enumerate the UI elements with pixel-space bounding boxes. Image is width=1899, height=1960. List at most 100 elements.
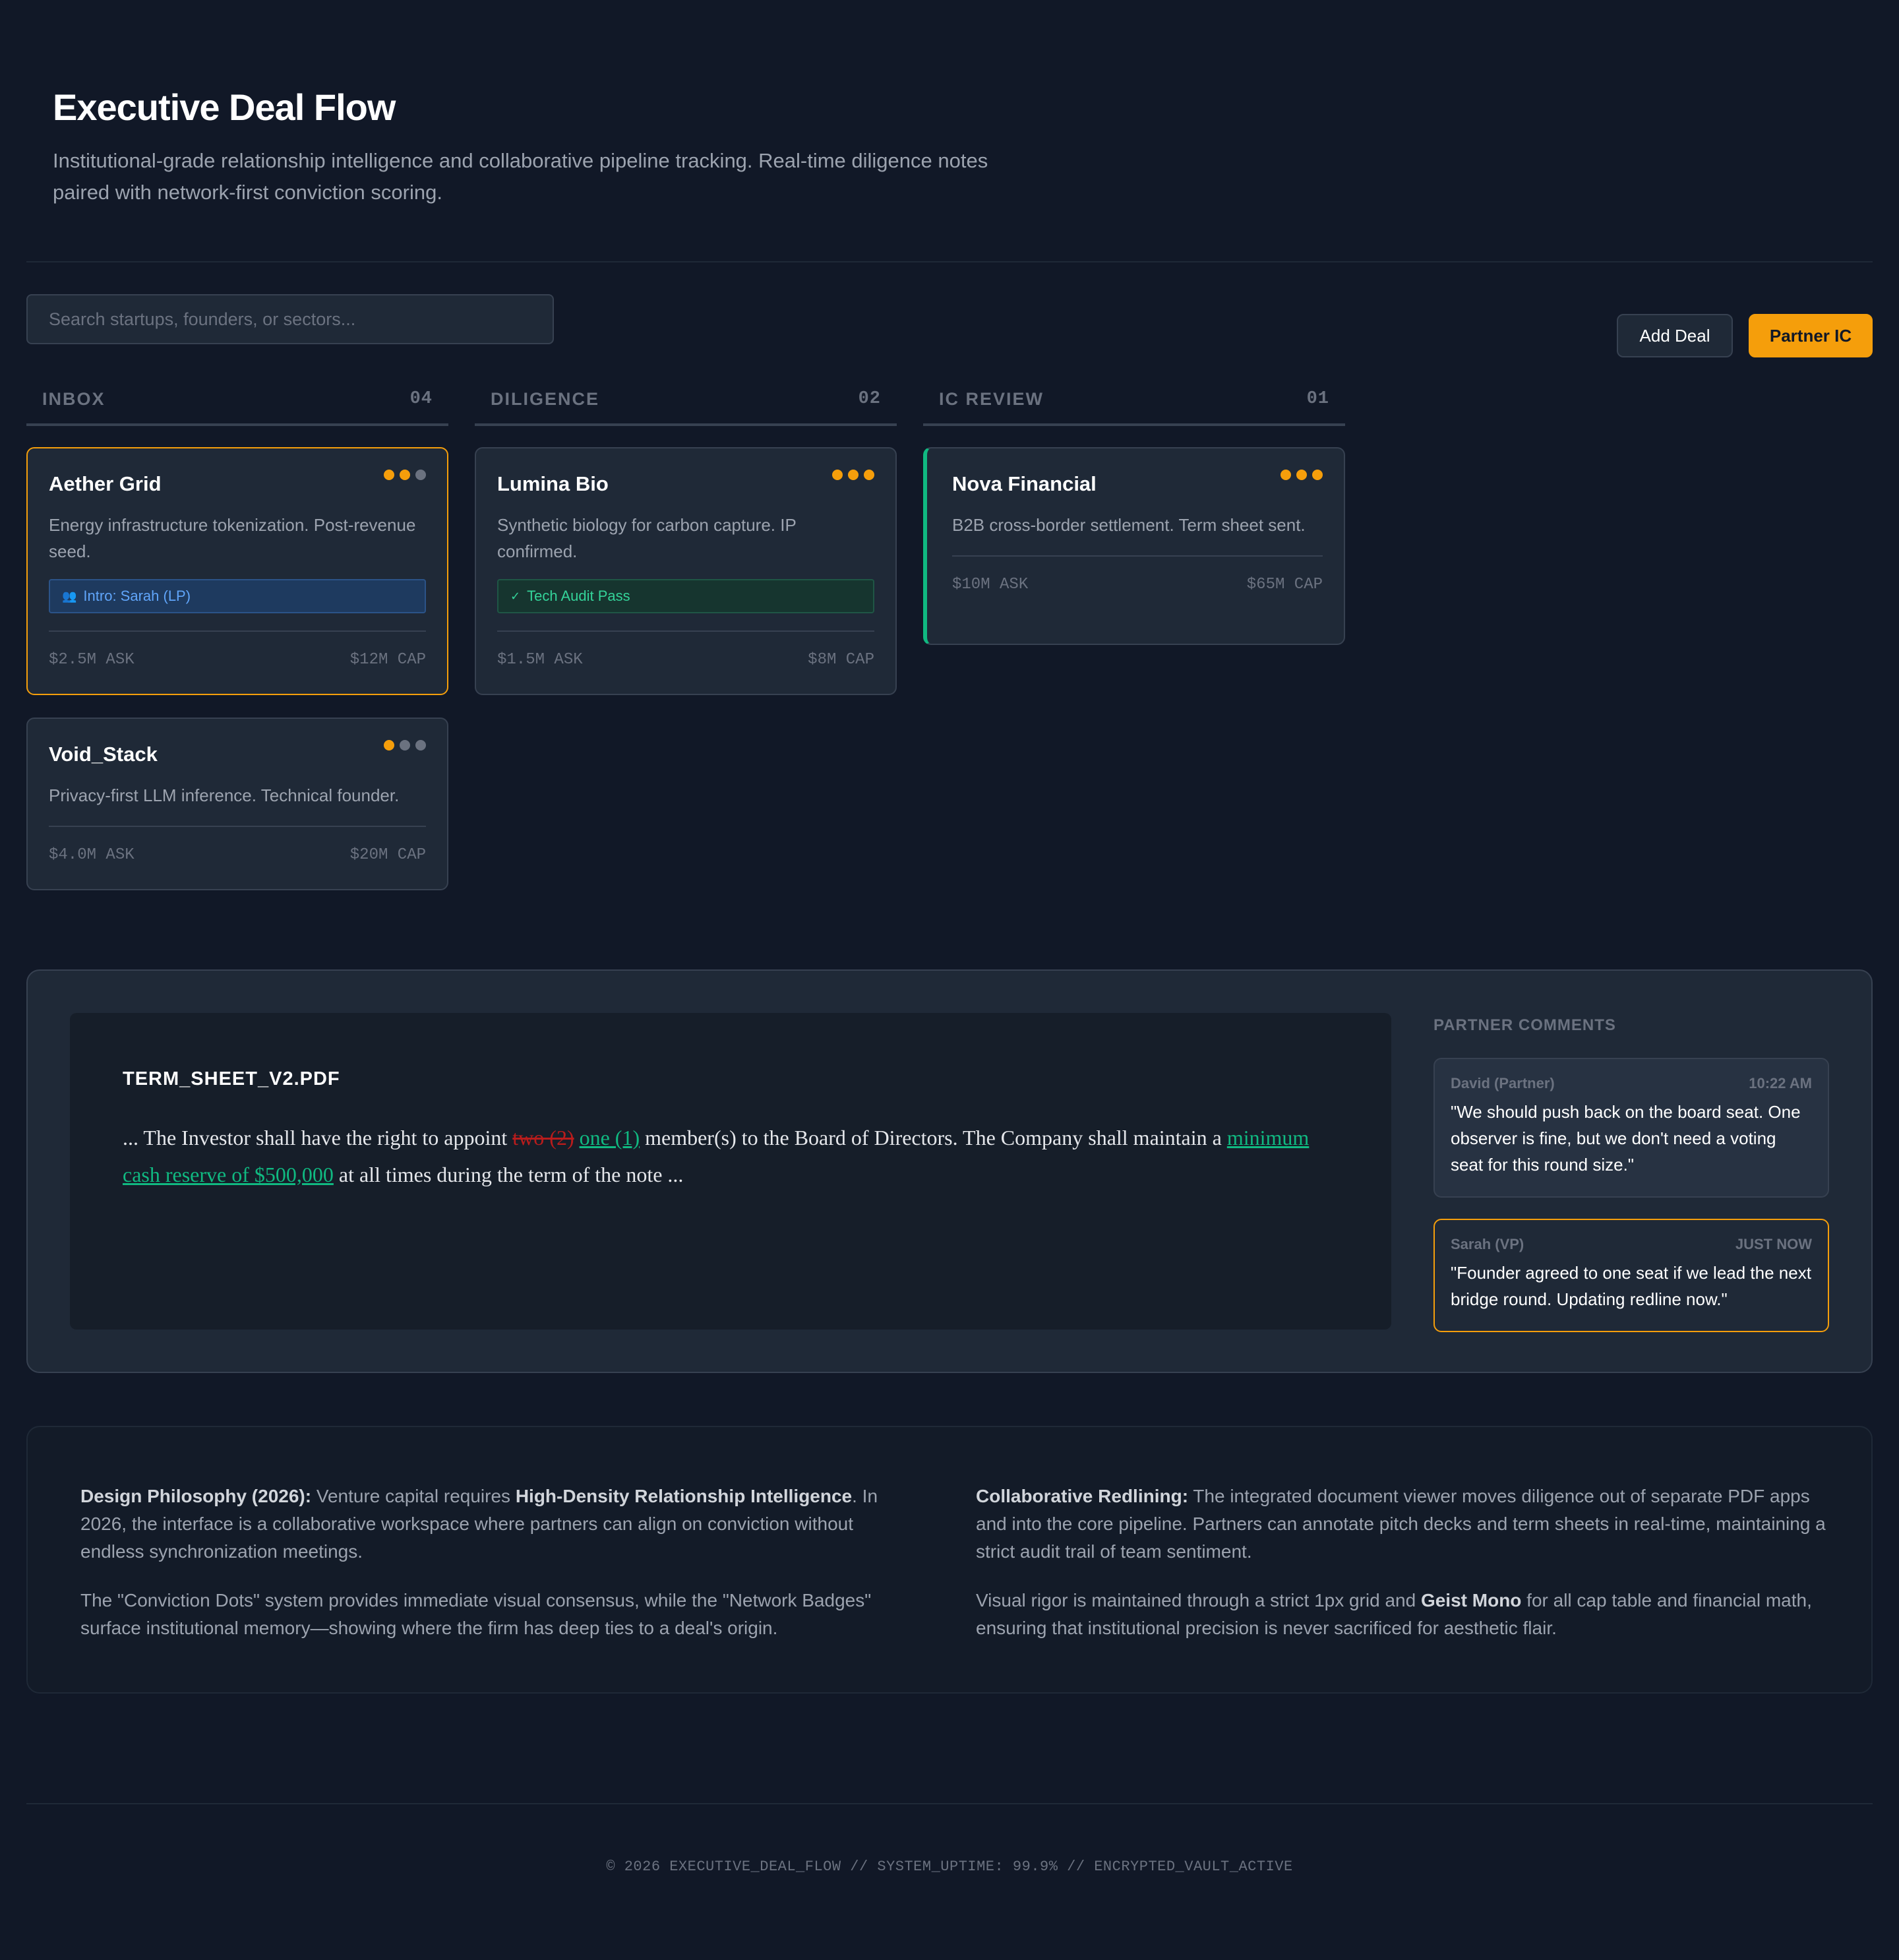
column-title: IC REVIEW bbox=[939, 388, 1044, 409]
conviction-dot bbox=[384, 740, 394, 750]
document-text: at all times during the term of the note… bbox=[333, 1163, 684, 1186]
page-title: Executive Deal Flow bbox=[53, 86, 396, 128]
deal-cap: $12M CAP bbox=[349, 650, 426, 669]
pipeline-column-diligence: DILIGENCE 02 Lumina Bio Synthetic biolog… bbox=[475, 380, 897, 695]
comment-text: "Founder agreed to one seat if we lead t… bbox=[1451, 1263, 1811, 1309]
deal-cap: $65M CAP bbox=[1246, 575, 1323, 594]
document-text: member(s) to the Board of Directors. The… bbox=[640, 1126, 1227, 1149]
badge-label: Tech Audit Pass bbox=[527, 588, 630, 604]
deal-ask: $10M ASK bbox=[952, 575, 1029, 594]
deal-card-nova-financial[interactable]: Nova Financial B2B cross-border settleme… bbox=[923, 447, 1345, 645]
philosophy-lead: Design Philosophy (2026): bbox=[80, 1486, 312, 1506]
conviction-dots bbox=[832, 470, 874, 480]
partner-comments: PARTNER COMMENTS David (Partner) 10:22 A… bbox=[1433, 1013, 1829, 1332]
people-icon: 👥 bbox=[62, 589, 77, 603]
deal-card-lumina-bio[interactable]: Lumina Bio Synthetic biology for carbon … bbox=[475, 447, 897, 695]
philosophy-column-right: Collaborative Redlining: The integrated … bbox=[976, 1483, 1826, 1642]
redline-insertion[interactable]: one (1) bbox=[580, 1126, 640, 1149]
conviction-dot bbox=[864, 470, 874, 480]
conviction-dot bbox=[1312, 470, 1323, 480]
deal-card-void-stack[interactable]: Void_Stack Privacy-first LLM inference. … bbox=[26, 718, 448, 890]
deal-flow-page: Executive Deal Flow Institutional-grade … bbox=[0, 0, 1899, 1960]
comment-author: David (Partner) bbox=[1451, 1075, 1555, 1091]
deal-card-aether-grid[interactable]: Aether Grid Energy infrastructure tokeni… bbox=[26, 447, 448, 695]
column-count: 02 bbox=[858, 389, 881, 409]
conviction-dots bbox=[384, 740, 426, 750]
subtitle-line-2: paired with network-first conviction sco… bbox=[53, 181, 442, 204]
deal-terms: $1.5M ASK $8M CAP bbox=[497, 630, 874, 687]
deal-description: Privacy-first LLM inference. Technical f… bbox=[49, 785, 400, 805]
philosophy-emphasis: High-Density Relationship Intelligence bbox=[515, 1486, 853, 1506]
page-subtitle: Institutional-grade relationship intelli… bbox=[53, 145, 1174, 208]
conviction-dot bbox=[400, 470, 410, 480]
conviction-dot bbox=[400, 740, 410, 750]
subtitle-line-1: Institutional-grade relationship intelli… bbox=[53, 149, 988, 172]
deal-name: Nova Financial bbox=[952, 472, 1097, 495]
page-header: Executive Deal Flow Institutional-grade … bbox=[53, 84, 1174, 208]
document-filename: TERM_SHEET_V2.PDF bbox=[123, 1068, 340, 1089]
column-header: DILIGENCE 02 bbox=[475, 380, 897, 426]
page-footer: © 2026 EXECUTIVE_DEAL_FLOW // SYSTEM_UPT… bbox=[606, 1858, 1293, 1875]
deal-name: Void_Stack bbox=[49, 743, 158, 766]
deal-terms: $2.5M ASK $12M CAP bbox=[49, 630, 426, 687]
deal-description: Synthetic biology for carbon capture. IP… bbox=[497, 515, 797, 561]
badge-label: Intro: Sarah (LP) bbox=[83, 588, 191, 604]
philosophy-paragraph: Visual rigor is maintained through a str… bbox=[976, 1587, 1826, 1642]
deal-cap: $20M CAP bbox=[349, 845, 426, 864]
document-review-panel: TERM_SHEET_V2.PDF ... The Investor shall… bbox=[26, 969, 1873, 1373]
redline-deletion[interactable]: two (2) bbox=[512, 1126, 574, 1149]
philosophy-text: Venture capital requires bbox=[311, 1486, 516, 1506]
deal-ask: $2.5M ASK bbox=[49, 650, 135, 669]
column-header: IC REVIEW 01 bbox=[923, 380, 1345, 426]
philosophy-paragraph: Design Philosophy (2026): Venture capita… bbox=[80, 1483, 911, 1566]
conviction-dot bbox=[415, 470, 426, 480]
conviction-dot bbox=[848, 470, 859, 480]
comment-time: 10:22 AM bbox=[1749, 1075, 1812, 1091]
column-count: 04 bbox=[409, 389, 433, 409]
philosophy-lead: Collaborative Redlining: bbox=[976, 1486, 1189, 1506]
deal-ask: $1.5M ASK bbox=[497, 650, 583, 669]
conviction-dot bbox=[1281, 470, 1291, 480]
deal-cap: $8M CAP bbox=[808, 650, 874, 669]
philosophy-paragraph: The "Conviction Dots" system provides im… bbox=[80, 1590, 872, 1638]
column-header: INBOX 04 bbox=[26, 380, 448, 426]
deal-ask: $4.0M ASK bbox=[49, 845, 135, 864]
comment-author: Sarah (VP) bbox=[1451, 1236, 1524, 1252]
deal-description: Energy infrastructure tokenization. Post… bbox=[49, 515, 416, 561]
conviction-dot bbox=[1296, 470, 1307, 480]
philosophy-column-left: Design Philosophy (2026): Venture capita… bbox=[80, 1483, 911, 1642]
comment-text: "We should push back on the board seat. … bbox=[1451, 1102, 1801, 1175]
search-input[interactable] bbox=[26, 294, 554, 344]
document-body: ... The Investor shall have the right to… bbox=[123, 1119, 1339, 1193]
diligence-badge[interactable]: ✓ Tech Audit Pass bbox=[497, 579, 874, 613]
comment-card-latest[interactable]: Sarah (VP) JUST NOW "Founder agreed to o… bbox=[1433, 1219, 1829, 1332]
column-count: 01 bbox=[1306, 389, 1329, 409]
deal-name: Aether Grid bbox=[49, 472, 162, 495]
pipeline-column-inbox: INBOX 04 Aether Grid Energy infrastructu… bbox=[26, 380, 448, 890]
conviction-dots bbox=[1281, 470, 1323, 480]
document-viewer[interactable]: TERM_SHEET_V2.PDF ... The Investor shall… bbox=[70, 1013, 1391, 1330]
column-title: DILIGENCE bbox=[491, 388, 600, 409]
deal-terms: $4.0M ASK $20M CAP bbox=[49, 826, 426, 882]
philosophy-paragraph: Collaborative Redlining: The integrated … bbox=[976, 1483, 1826, 1566]
network-badge[interactable]: 👥 Intro: Sarah (LP) bbox=[49, 579, 426, 613]
document-text: ... The Investor shall have the right to… bbox=[123, 1126, 513, 1149]
comment-meta: David (Partner) 10:22 AM bbox=[1451, 1075, 1812, 1092]
philosophy-text: Visual rigor is maintained through a str… bbox=[976, 1590, 1421, 1610]
comment-meta: Sarah (VP) JUST NOW bbox=[1451, 1236, 1812, 1253]
conviction-dots bbox=[384, 470, 426, 480]
comments-heading: PARTNER COMMENTS bbox=[1433, 1016, 1616, 1034]
deal-name: Lumina Bio bbox=[497, 472, 609, 495]
partner-ic-button[interactable]: Partner IC bbox=[1749, 314, 1873, 357]
comment-card[interactable]: David (Partner) 10:22 AM "We should push… bbox=[1433, 1058, 1829, 1198]
philosophy-emphasis: Geist Mono bbox=[1420, 1590, 1522, 1610]
conviction-dot bbox=[832, 470, 843, 480]
add-deal-button[interactable]: Add Deal bbox=[1617, 314, 1733, 357]
deal-terms: $10M ASK $65M CAP bbox=[952, 555, 1323, 612]
check-icon: ✓ bbox=[510, 589, 521, 603]
conviction-dot bbox=[415, 740, 426, 750]
pipeline-column-ic-review: IC REVIEW 01 Nova Financial B2B cross-bo… bbox=[923, 380, 1345, 645]
footer-divider bbox=[26, 1803, 1873, 1804]
column-title: INBOX bbox=[42, 388, 106, 409]
comment-time: JUST NOW bbox=[1735, 1236, 1812, 1252]
